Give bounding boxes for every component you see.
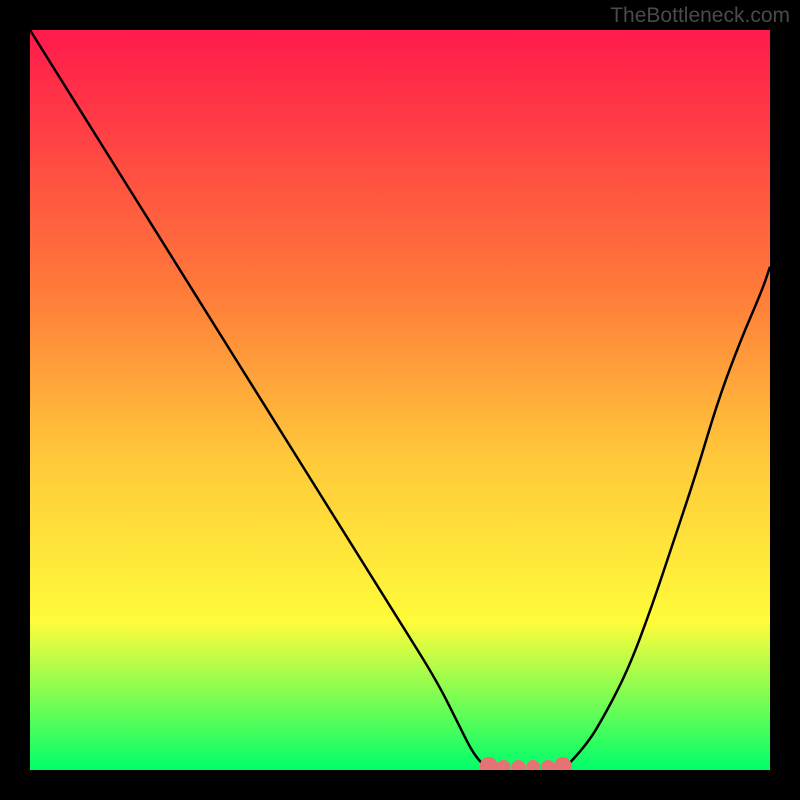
gradient-background [30,30,770,770]
chart-svg [30,30,770,770]
watermark-text: TheBottleneck.com [610,4,790,28]
chart-container [30,30,770,770]
